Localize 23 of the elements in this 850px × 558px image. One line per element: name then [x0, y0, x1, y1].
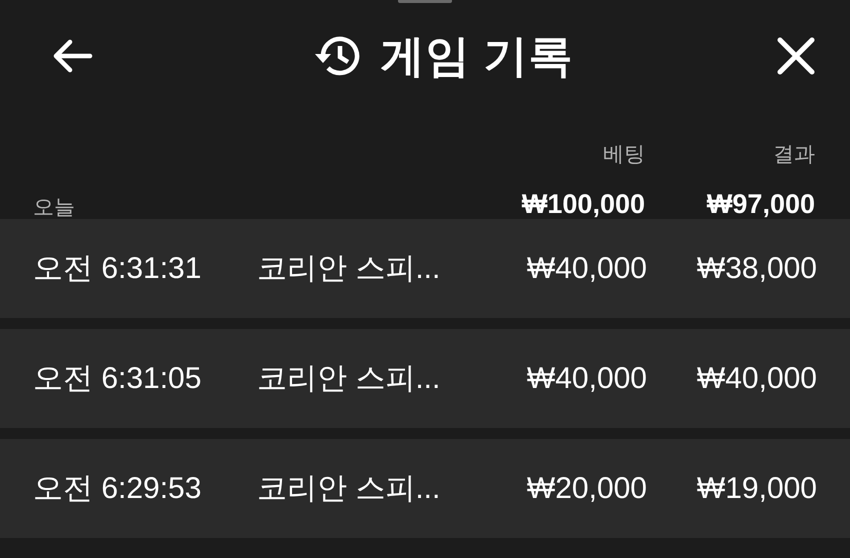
time-text: 오전 6:29:53	[33, 471, 202, 507]
history-row[interactable]: 오전 6:29:53 코리안 스피... ₩20,000 ₩19,000	[0, 439, 850, 538]
history-icon	[314, 35, 360, 77]
result-amount: ₩19,000	[696, 472, 817, 506]
history-row[interactable]: 오전 6:31:31 코리안 스피... ₩40,000 ₩38,000	[0, 219, 850, 318]
total-result: ₩97,000	[706, 188, 815, 220]
bet-amount: ₩40,000	[526, 252, 647, 286]
column-header: 결과	[772, 142, 815, 168]
result-amount: ₩40,000	[696, 362, 817, 396]
history-row[interactable]: 오전 6:31:05 코리안 스피... ₩40,000 ₩40,000	[0, 329, 850, 428]
time-text: 오전 6:31:05	[33, 361, 202, 397]
screen-title: 게임 기록	[380, 30, 574, 82]
drag-handle[interactable]	[398, 0, 452, 3]
column-header: 베팅	[602, 142, 645, 168]
game-name: 코리안 스피...	[257, 251, 442, 287]
result-amount: ₩38,000	[696, 252, 817, 286]
date-label: 오늘	[33, 195, 76, 221]
total-bet: ₩100,000	[520, 188, 645, 220]
game-name: 코리안 스피...	[257, 361, 442, 397]
bet-amount: ₩40,000	[526, 362, 647, 396]
time-text: 오전 6:31:31	[33, 251, 202, 287]
game-name: 코리안 스피...	[257, 471, 442, 507]
bet-amount: ₩20,000	[526, 472, 647, 506]
